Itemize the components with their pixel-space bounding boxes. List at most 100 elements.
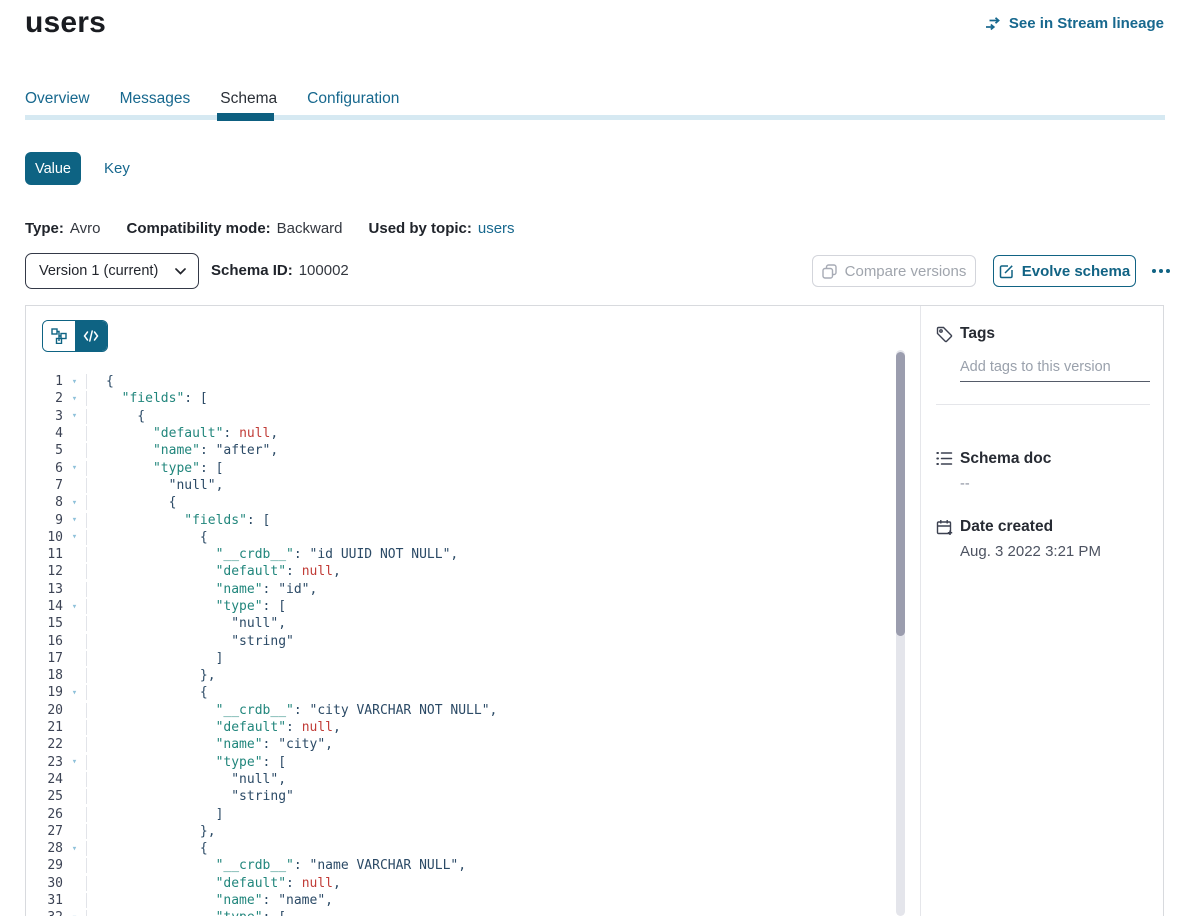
fold-arrow-icon[interactable]: ▾	[63, 498, 86, 508]
line-number: 25	[26, 789, 63, 804]
line-number: 26	[26, 807, 63, 822]
list-icon	[936, 451, 953, 468]
fold-arrow-icon[interactable]: ▾	[63, 411, 86, 421]
fold-arrow-icon[interactable]: ▾	[63, 757, 86, 767]
compatibility-label: Compatibility mode:	[126, 220, 270, 237]
evolve-schema-button[interactable]: Evolve schema	[993, 255, 1136, 287]
calendar-add-icon	[936, 519, 953, 536]
fold-arrow-icon[interactable]: ▾	[63, 515, 86, 525]
line-number: 30	[26, 876, 63, 891]
tag-icon	[936, 326, 953, 343]
line-number: 7	[26, 478, 63, 493]
line-number: 28	[26, 841, 63, 856]
line-number: 11	[26, 547, 63, 562]
code-text: },	[86, 668, 216, 683]
code-text: {	[86, 685, 208, 700]
line-number: 29	[26, 858, 63, 873]
fold-arrow-icon[interactable]: ▾	[63, 377, 86, 387]
code-text: ]	[86, 651, 223, 666]
code-line: 9▾ "fields": [	[26, 511, 895, 528]
tab-configuration[interactable]: Configuration	[307, 90, 399, 108]
code-text: "null",	[86, 772, 286, 787]
code-text: "type": [	[86, 461, 223, 476]
code-lines: 1▾{2▾ "fields": [3▾ {4 "default": null,5…	[26, 373, 895, 916]
schema-id-value: 100002	[299, 262, 349, 279]
fold-arrow-icon[interactable]: ▾	[63, 463, 86, 473]
line-number: 1	[26, 374, 63, 389]
code-line: 19▾ {	[26, 684, 895, 701]
type-label: Type:	[25, 220, 64, 237]
code-text: "__crdb__": "city VARCHAR NOT NULL",	[86, 703, 497, 718]
line-number: 6	[26, 461, 63, 476]
date-created-value: Aug. 3 2022 3:21 PM	[960, 543, 1101, 560]
code-line: 24 "null",	[26, 771, 895, 788]
code-line: 12 "default": null,	[26, 563, 895, 580]
code-text: "string"	[86, 789, 294, 804]
code-line: 17 ]	[26, 650, 895, 667]
line-number: 18	[26, 668, 63, 683]
schema-page: users See in Stream lineage Overview Mes…	[0, 0, 1189, 916]
tab-overview[interactable]: Overview	[25, 90, 90, 108]
chevron-down-icon	[175, 268, 186, 275]
more-options-button[interactable]	[1146, 255, 1176, 287]
version-select[interactable]: Version 1 (current)	[25, 253, 199, 289]
line-number: 4	[26, 426, 63, 441]
code-text: "type": [	[86, 755, 286, 770]
code-line: 6▾ "type": [	[26, 459, 895, 476]
code-line: 26 ]	[26, 805, 895, 822]
line-number: 22	[26, 737, 63, 752]
schema-id: Schema ID: 100002	[211, 262, 349, 279]
stream-lineage-link[interactable]: See in Stream lineage	[985, 15, 1164, 32]
code-text: "__crdb__": "name VARCHAR NULL",	[86, 858, 466, 873]
page-title: users	[25, 6, 106, 40]
code-line: 21 "default": null,	[26, 719, 895, 736]
code-text: "default": null,	[86, 876, 341, 891]
fold-arrow-icon[interactable]: ▾	[63, 844, 86, 854]
line-number: 15	[26, 616, 63, 631]
tab-messages[interactable]: Messages	[120, 90, 191, 108]
code-text: "default": null,	[86, 426, 278, 441]
fold-arrow-icon[interactable]: ▾	[63, 688, 86, 698]
code-line: 14▾ "type": [	[26, 598, 895, 615]
line-number: 32	[26, 910, 63, 916]
code-line: 8▾ {	[26, 494, 895, 511]
compatibility-value: Backward	[277, 220, 343, 237]
code-line: 23▾ "type": [	[26, 754, 895, 771]
code-line: 4 "default": null,	[26, 425, 895, 442]
schema-id-label: Schema ID:	[211, 262, 293, 279]
tree-view-button[interactable]	[43, 321, 75, 351]
fold-arrow-icon[interactable]: ▾	[63, 532, 86, 542]
line-number: 10	[26, 530, 63, 545]
key-toggle-button[interactable]: Key	[104, 160, 130, 177]
fold-arrow-icon[interactable]: ▾	[63, 602, 86, 612]
code-text: "fields": [	[86, 513, 270, 528]
value-toggle-button[interactable]: Value	[25, 152, 81, 185]
line-number: 23	[26, 755, 63, 770]
tab-schema[interactable]: Schema	[220, 90, 277, 108]
code-line: 15 "null",	[26, 615, 895, 632]
code-text: "string"	[86, 634, 294, 649]
editor-view-toggle	[42, 320, 108, 352]
code-text: "default": null,	[86, 720, 341, 735]
compare-versions-button[interactable]: Compare versions	[812, 255, 976, 287]
topic-link[interactable]: users	[478, 220, 515, 237]
line-number: 21	[26, 720, 63, 735]
fold-arrow-icon[interactable]: ▾	[63, 394, 86, 404]
code-view-button[interactable]	[75, 321, 107, 351]
code-text: "null",	[86, 616, 286, 631]
line-number: 14	[26, 599, 63, 614]
code-text: {	[86, 530, 208, 545]
add-tags-input[interactable]	[960, 352, 1150, 382]
line-number: 24	[26, 772, 63, 787]
tree-view-icon	[51, 328, 67, 344]
code-line: 3▾ {	[26, 408, 895, 425]
schema-meta-row: Type: Avro Compatibility mode: Backward …	[25, 220, 515, 237]
code-line: 18 },	[26, 667, 895, 684]
line-number: 3	[26, 409, 63, 424]
stream-lineage-icon	[985, 16, 1002, 32]
editor-scrollbar-thumb[interactable]	[896, 352, 905, 636]
ellipsis-icon	[1152, 269, 1156, 273]
used-by-topic-label: Used by topic:	[369, 220, 472, 237]
code-text: "type": [	[86, 599, 286, 614]
code-line: 31 "name": "name",	[26, 892, 895, 909]
